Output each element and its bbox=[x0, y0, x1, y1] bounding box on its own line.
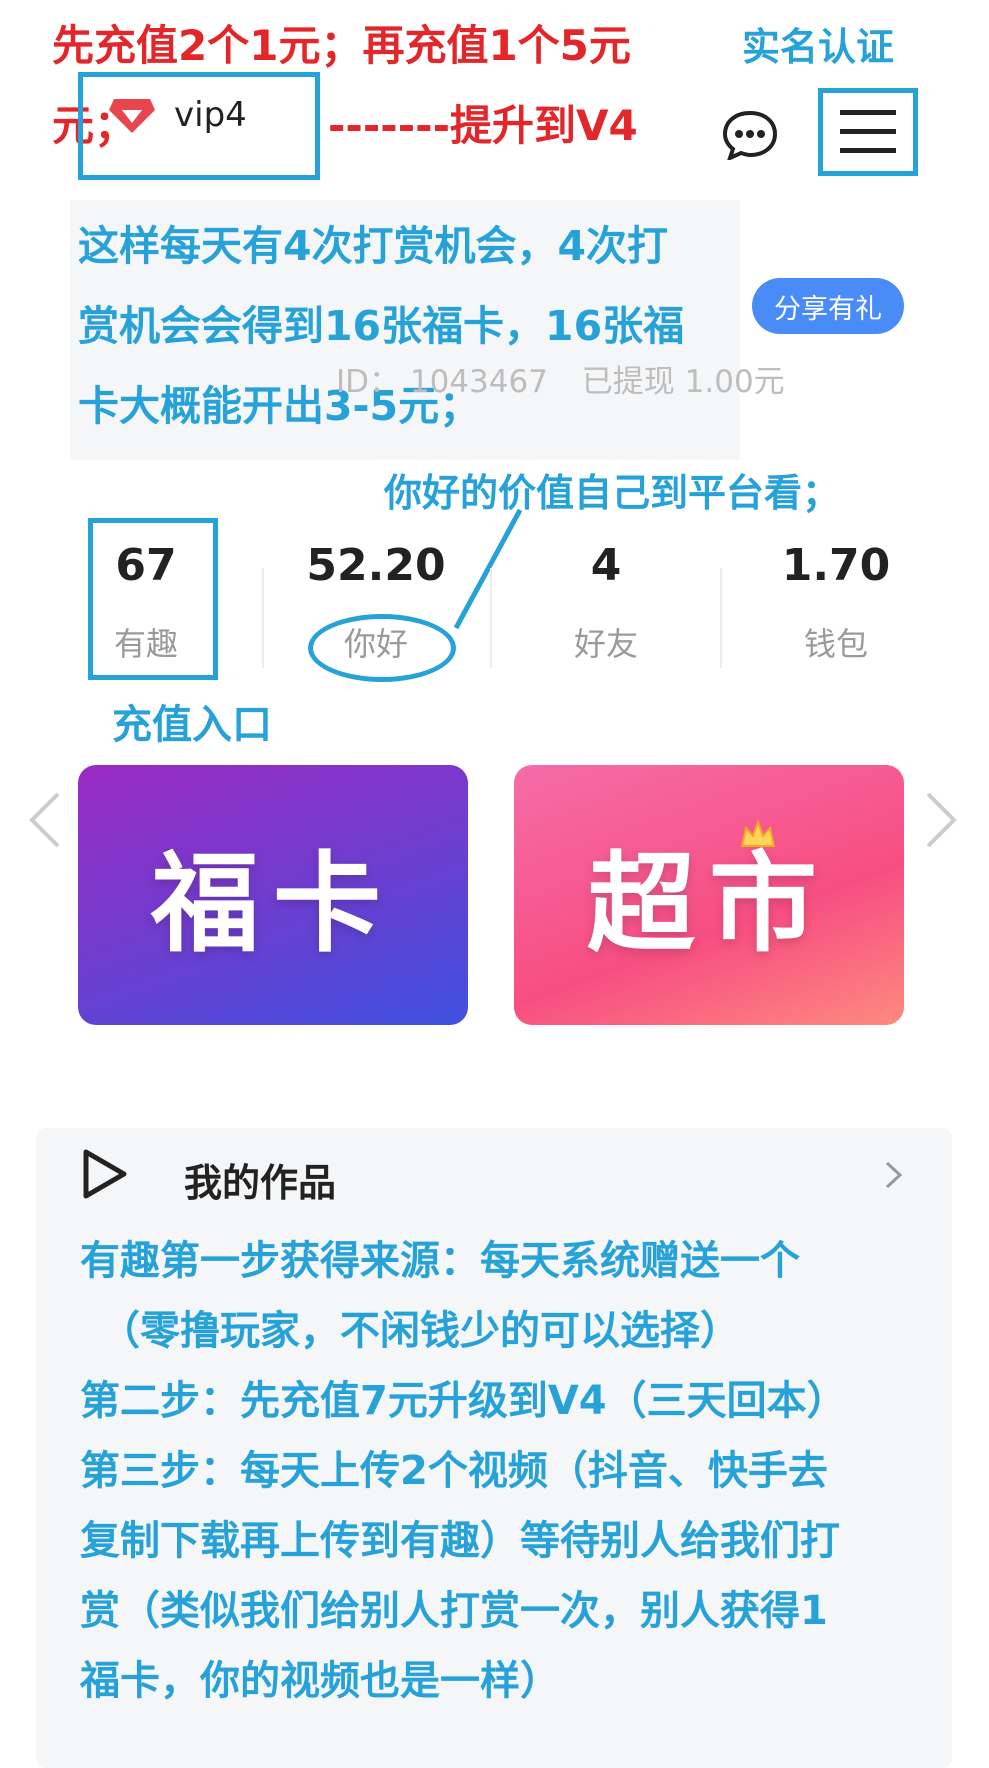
stat-divider bbox=[490, 568, 492, 668]
menu-icon[interactable] bbox=[840, 108, 896, 156]
real-name-verification[interactable]: 实名认证 bbox=[742, 16, 894, 71]
annotation-box-youqu bbox=[88, 518, 218, 680]
user-id-value: 1043467 bbox=[409, 364, 548, 400]
chevron-right-icon[interactable] bbox=[922, 790, 962, 854]
stat-label: 好友 bbox=[573, 625, 638, 663]
chevron-left-icon[interactable] bbox=[24, 790, 64, 854]
annotation-tip-line1: 这样每天有4次打赏机会，4次打 bbox=[78, 222, 669, 270]
instruction-line: 第三步：每天上传2个视频（抖音、快手去 bbox=[80, 1448, 828, 1494]
stat-divider bbox=[262, 568, 264, 668]
play-icon bbox=[80, 1148, 128, 1204]
annotation-circle-nihao bbox=[308, 614, 456, 682]
instruction-line: 复制下载再上传到有趣）等待别人给我们打 bbox=[80, 1518, 840, 1564]
instruction-line: 第二步：先充值7元升级到V4（三天回本） bbox=[80, 1378, 847, 1424]
instruction-list: 有趣第一步获得来源：每天系统赠送一个 （零撸玩家，不闲钱少的可以选择） 第二步：… bbox=[80, 1226, 847, 1716]
annotation-box-vip bbox=[78, 72, 320, 180]
supermarket-card[interactable]: 超市 bbox=[514, 765, 904, 1025]
stat-value: 52.20 bbox=[306, 540, 446, 591]
stat-value: 1.70 bbox=[781, 540, 891, 591]
chat-icon[interactable] bbox=[722, 110, 778, 160]
share-gift-button[interactable]: 分享有礼 bbox=[752, 278, 904, 334]
stat-divider bbox=[720, 568, 722, 668]
annotation-recharge-steps: 先充值2个1元；再充值1个5元 bbox=[52, 21, 631, 70]
my-works-title[interactable]: 我的作品 bbox=[184, 1152, 336, 1207]
user-id-label: ID： bbox=[336, 364, 401, 400]
instruction-line: 赏（类似我们给别人打赏一次，别人获得1 bbox=[80, 1588, 828, 1634]
instruction-line: 有趣第一步获得来源：每天系统赠送一个 bbox=[80, 1238, 800, 1284]
annotation-upgrade-arrow: -------提升到V4 bbox=[328, 101, 638, 150]
instruction-line: （零撸玩家，不闲钱少的可以选择） bbox=[100, 1308, 740, 1354]
annotation-recharge-entry: 充值入口 bbox=[112, 702, 272, 748]
instruction-line: 福卡，你的视频也是一样） bbox=[80, 1658, 560, 1704]
stat-label: 钱包 bbox=[803, 625, 868, 663]
fuka-card[interactable]: 福卡 bbox=[78, 765, 468, 1025]
crown-icon bbox=[740, 820, 776, 847]
annotation-tip-line2: 赏机会会得到16张福卡，16张福 bbox=[78, 302, 685, 350]
stat-qianbao[interactable]: 1.70 钱包 bbox=[746, 540, 936, 665]
chevron-right-small-icon[interactable] bbox=[884, 1160, 904, 1194]
stat-value: 4 bbox=[590, 540, 622, 591]
stat-haoyou[interactable]: 4 好友 bbox=[516, 540, 706, 665]
user-id-row: ID： 1043467 已提现 1.00元 bbox=[336, 356, 785, 401]
withdrawn-amount: 已提现 1.00元 bbox=[581, 364, 785, 400]
